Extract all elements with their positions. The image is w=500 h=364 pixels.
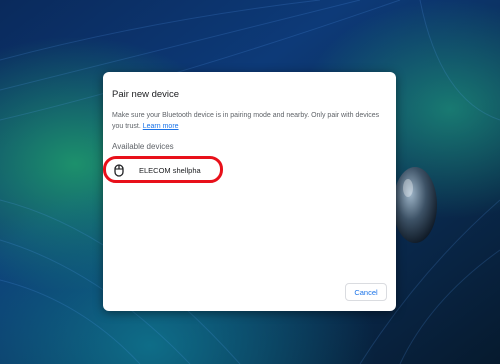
device-item-elecom[interactable]: ELECOM shellpha	[103, 158, 396, 184]
dialog-description: Make sure your Bluetooth device is in pa…	[112, 110, 384, 132]
device-name: ELECOM shellpha	[139, 166, 201, 175]
cancel-button[interactable]: Cancel	[345, 283, 387, 301]
learn-more-link[interactable]: Learn more	[143, 123, 179, 130]
mouse-icon	[114, 164, 124, 177]
available-devices-label: Available devices	[112, 142, 174, 151]
dialog-title: Pair new device	[112, 89, 180, 100]
pair-device-dialog: Pair new device Make sure your Bluetooth…	[103, 72, 396, 311]
